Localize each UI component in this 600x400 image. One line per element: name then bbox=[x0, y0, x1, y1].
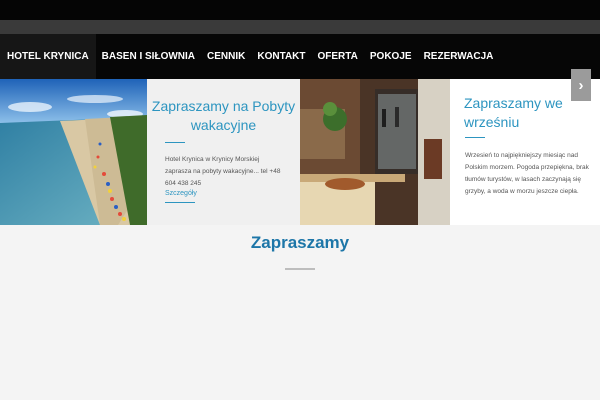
chevron-right-icon[interactable]: › bbox=[571, 69, 591, 101]
top-grey-band bbox=[0, 20, 600, 34]
nav-item-rezerwacja[interactable]: REZERWACJA bbox=[418, 34, 500, 79]
main-nav: HOTEL KRYNICA BASEN I SIŁOWNIA CENNIK KO… bbox=[0, 34, 600, 79]
nav-item-hotel-krynica[interactable]: HOTEL KRYNICA bbox=[0, 34, 96, 79]
section-heading: Zapraszamy bbox=[250, 233, 350, 252]
slide-text: Hotel Krynica w Krynicy Morskiej zaprasz… bbox=[165, 156, 281, 187]
top-bar bbox=[0, 0, 600, 20]
nav-item-kontakt[interactable]: KONTAKT bbox=[251, 34, 311, 79]
details-underline bbox=[165, 202, 195, 203]
beach-image[interactable] bbox=[0, 79, 147, 225]
restaurant-image[interactable] bbox=[300, 79, 450, 225]
title-underline bbox=[465, 137, 485, 138]
image-slider: Zapraszamy na Pobyty wakacyjne Hotel Kry… bbox=[0, 79, 600, 225]
nav-item-cennik[interactable]: CENNIK bbox=[201, 34, 251, 79]
slide-title: Zapraszamy na Pobyty wakacyjne bbox=[151, 98, 296, 133]
title-underline bbox=[165, 142, 185, 143]
nav-item-pokoje[interactable]: POKOJE bbox=[364, 34, 418, 79]
slide-card-summer: Zapraszamy na Pobyty wakacyjne Hotel Kry… bbox=[147, 79, 300, 225]
heading-divider bbox=[285, 268, 315, 270]
nav-item-oferta[interactable]: OFERTA bbox=[312, 34, 364, 79]
slide-text: Wrzesień to najpiękniejszy miesiąc nad P… bbox=[465, 152, 589, 195]
main-content: Zapraszamy bbox=[0, 225, 600, 400]
details-link[interactable]: Szczegóły bbox=[165, 190, 197, 197]
nav-item-basen[interactable]: BASEN I SIŁOWNIA bbox=[96, 34, 201, 79]
